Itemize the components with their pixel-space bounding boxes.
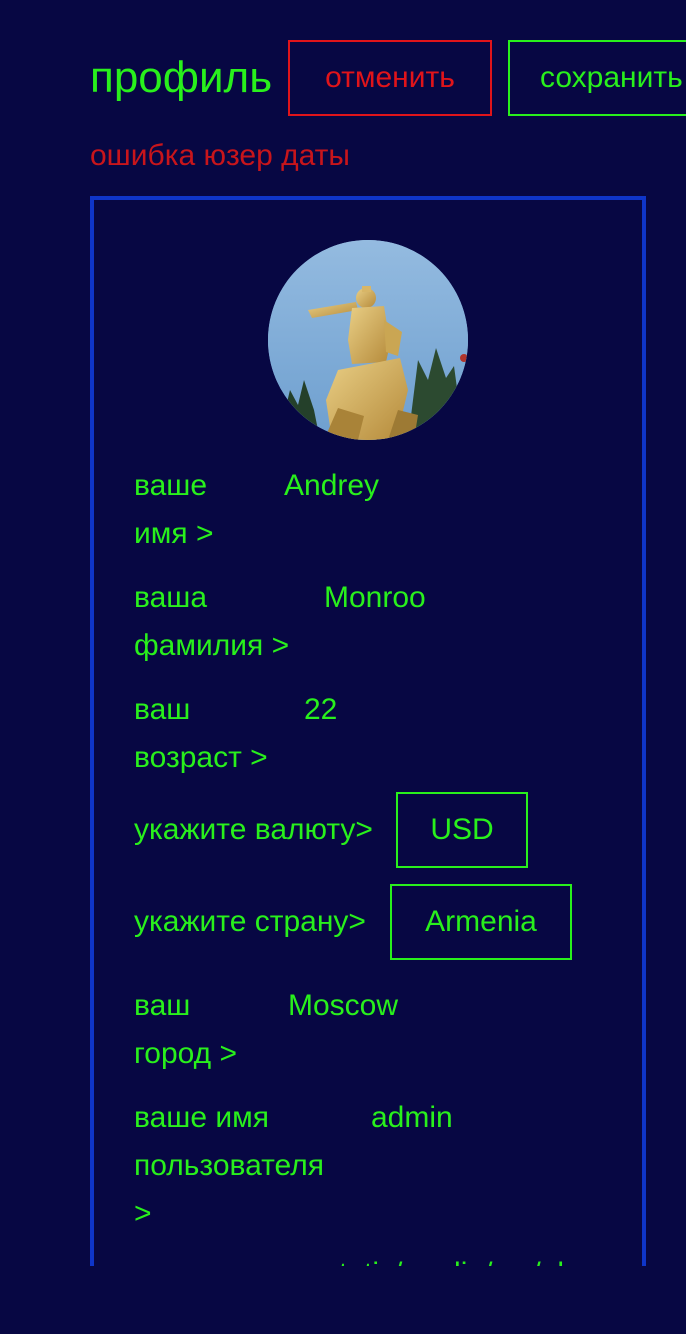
username-label-line2: пользователя — [134, 1149, 324, 1182]
country-select[interactable]: Armenia — [390, 884, 572, 960]
save-button[interactable]: сохранить — [508, 40, 686, 116]
age-label: ваш возраст > — [134, 686, 268, 782]
avatar-path-label-line1: ваше — [134, 1250, 207, 1266]
avatar-path-label: ваше — [134, 1250, 207, 1266]
first-name-value: Andrey — [284, 469, 380, 502]
profile-page: профиль отменить сохранить ошибка юзер д… — [0, 0, 686, 1334]
error-message: ошибка юзер даты — [90, 139, 350, 172]
city-label: ваш город > — [134, 982, 237, 1078]
age-label-line2: возраст > — [134, 741, 268, 774]
first-name-label-line2: имя > — [134, 517, 214, 550]
city-label-line1: ваш — [134, 989, 191, 1022]
last-name-field[interactable]: ваша фамилия > Monroo — [134, 574, 554, 670]
username-label-line3: > — [134, 1197, 152, 1230]
city-value: Moscow — [288, 989, 399, 1022]
page-title: профиль — [90, 53, 273, 102]
first-name-label-line1: ваше — [134, 469, 208, 502]
age-value: 22 — [304, 693, 338, 726]
country-label: укажите страну> — [134, 905, 366, 938]
profile-card: ваше имя > Andrey ваша фамилия > Monroo … — [90, 196, 646, 1266]
avatar-path-value: static/media/src/aba — [324, 1250, 591, 1266]
currency-select[interactable]: USD — [396, 792, 528, 868]
last-name-label-line2: фамилия > — [134, 629, 290, 662]
first-name-label: ваше имя > — [134, 462, 213, 558]
username-field[interactable]: ваше имя пользователя > admin — [134, 1094, 594, 1238]
age-label-line1: ваш — [134, 693, 191, 726]
city-field[interactable]: ваш город > Moscow — [134, 982, 554, 1078]
username-label: ваше имя пользователя > — [134, 1094, 324, 1238]
last-name-value: Monroo — [324, 581, 426, 614]
avatar[interactable] — [268, 240, 468, 440]
username-label-line1: ваше имя — [134, 1101, 269, 1134]
age-field[interactable]: ваш возраст > 22 — [134, 686, 534, 782]
currency-row: укажите валюту> USD — [134, 792, 594, 868]
country-row: укажите страну> Armenia — [134, 884, 594, 960]
statue-photo-icon — [268, 240, 468, 440]
avatar-path-field[interactable]: ваше static/media/src/aba — [134, 1250, 642, 1266]
last-name-label-line1: ваша — [134, 581, 208, 614]
currency-label: укажите валюту> — [134, 813, 373, 846]
city-label-line2: город > — [134, 1037, 238, 1070]
cancel-button[interactable]: отменить — [288, 40, 492, 116]
username-value: admin — [371, 1101, 453, 1134]
last-name-label: ваша фамилия > — [134, 574, 289, 670]
first-name-field[interactable]: ваше имя > Andrey — [134, 462, 534, 558]
